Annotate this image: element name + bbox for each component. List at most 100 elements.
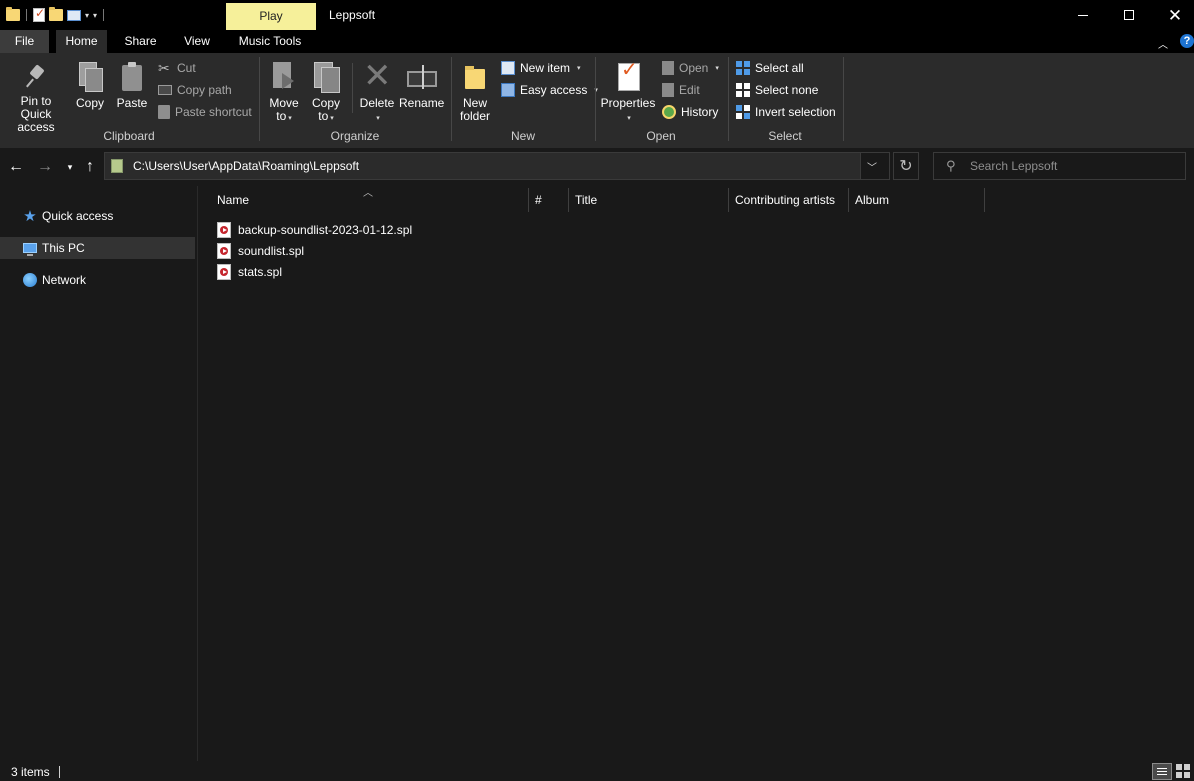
properties-icon[interactable] <box>33 6 45 22</box>
group-separator <box>843 57 844 141</box>
file-row[interactable]: stats.spl <box>217 261 282 282</box>
new-folder-label-line2: folder <box>459 109 491 123</box>
close-icon: ✕ <box>1167 5 1183 25</box>
search-box[interactable]: ⚲ <box>933 152 1186 180</box>
delete-button[interactable]: ✕ Delete ▾ <box>357 59 397 125</box>
spl-file-icon <box>217 263 231 280</box>
paste-shortcut-button[interactable]: Paste shortcut <box>158 102 252 122</box>
file-name: soundlist.spl <box>238 243 305 258</box>
properties-button[interactable]: Properties ▾ <box>600 61 656 125</box>
pin-to-quick-access-button[interactable]: Pin to Quick access <box>4 61 68 134</box>
nav-item-label: Quick access <box>42 209 114 223</box>
properties-icon <box>616 61 640 93</box>
copy-label: Copy <box>75 96 104 110</box>
move-label-line2: to <box>276 109 287 123</box>
column-header-title[interactable]: Title <box>575 186 725 214</box>
paste-shortcut-label: Paste shortcut <box>175 105 252 119</box>
recent-locations-button[interactable]: ▾ <box>60 157 80 177</box>
tab-home[interactable]: Home <box>56 30 107 53</box>
column-divider[interactable] <box>568 188 569 212</box>
invert-selection-button[interactable]: Invert selection <box>736 102 836 122</box>
delete-label: Delete <box>359 96 395 110</box>
properties-label: Properties <box>600 96 656 110</box>
copy-path-button[interactable]: Copy path <box>158 80 232 100</box>
edit-icon <box>662 83 674 97</box>
tab-music-tools[interactable]: Music Tools <box>228 30 312 53</box>
open-button[interactable]: Open ▾ <box>662 58 719 78</box>
help-icon[interactable]: ? <box>1180 34 1194 48</box>
select-none-button[interactable]: Select none <box>736 80 818 100</box>
customize-toolbar-icon[interactable]: ▾ <box>93 11 97 20</box>
chevron-down-icon[interactable]: ﹀ <box>867 159 877 174</box>
paste-shortcut-icon <box>158 105 170 119</box>
search-input[interactable] <box>970 159 1170 173</box>
navigation-pane: ★ Quick access This PC Network <box>0 186 198 761</box>
group-label-new: New <box>510 129 535 143</box>
tab-view[interactable]: View <box>172 30 222 53</box>
new-folder-icon[interactable] <box>49 7 63 21</box>
history-button[interactable]: History <box>662 102 718 122</box>
copy-path-icon <box>158 85 172 95</box>
maximize-icon <box>1124 10 1134 20</box>
chevron-up-icon[interactable]: ︿ <box>1158 36 1168 51</box>
cut-button[interactable]: ✂ Cut <box>158 58 196 78</box>
column-divider[interactable] <box>848 188 849 212</box>
nav-item-label: This PC <box>42 241 85 255</box>
select-all-button[interactable]: Select all <box>736 58 804 78</box>
context-tab-play: Play <box>226 3 316 30</box>
forward-button[interactable]: → <box>35 157 55 177</box>
address-field[interactable]: C:\Users\User\AppData\Roaming\Leppsoft <box>105 153 861 179</box>
column-header-number[interactable]: # <box>535 186 565 214</box>
nav-item-network[interactable]: Network <box>0 269 195 291</box>
column-divider[interactable] <box>728 188 729 212</box>
details-view-icon[interactable] <box>1152 763 1172 780</box>
new-folder-button[interactable]: New folder <box>457 61 493 123</box>
select-all-icon <box>736 61 750 75</box>
button-separator <box>352 63 353 113</box>
address-path[interactable]: C:\Users\User\AppData\Roaming\Leppsoft <box>133 159 359 173</box>
folder-icon <box>111 159 123 173</box>
paste-button[interactable]: Paste <box>114 61 150 110</box>
file-row[interactable]: backup-soundlist-2023-01-12.spl <box>217 219 412 240</box>
address-bar[interactable]: C:\Users\User\AppData\Roaming\Leppsoft ﹀ <box>104 152 890 180</box>
column-header-name[interactable]: Name <box>217 186 527 214</box>
column-divider[interactable] <box>528 188 529 212</box>
group-label-organize: Organize <box>330 129 380 143</box>
new-item-button[interactable]: New item ▾ <box>501 58 581 78</box>
spl-file-icon <box>217 242 231 259</box>
column-header-album[interactable]: Album <box>855 186 983 214</box>
easy-access-button[interactable]: Easy access ▾ <box>501 80 598 100</box>
minimize-button[interactable] <box>1060 0 1106 30</box>
invert-selection-label: Invert selection <box>755 105 836 119</box>
up-button[interactable]: ↑ <box>80 157 100 177</box>
tab-file[interactable]: File <box>0 30 49 53</box>
column-header-contributing-artists[interactable]: Contributing artists <box>735 186 847 214</box>
open-label: Open <box>679 61 709 75</box>
file-row[interactable]: soundlist.spl <box>217 240 304 261</box>
rename-label: Rename <box>399 96 445 110</box>
move-to-button[interactable]: Move to ▾ <box>266 61 302 125</box>
refresh-button[interactable]: ↻ <box>893 152 919 180</box>
tab-share[interactable]: Share <box>113 30 168 53</box>
chevron-down-icon[interactable]: ▾ <box>85 11 89 20</box>
nav-item-quick-access[interactable]: ★ Quick access <box>0 205 195 227</box>
rename-button[interactable]: Rename <box>399 61 445 110</box>
nav-item-this-pc[interactable]: This PC <box>0 237 195 259</box>
rename-icon[interactable] <box>67 9 81 21</box>
group-label-select: Select <box>768 129 802 143</box>
history-icon <box>662 105 676 119</box>
copy-button[interactable]: Copy <box>72 61 108 110</box>
large-icons-view-icon[interactable] <box>1176 764 1190 778</box>
group-label-open: Open <box>646 129 676 143</box>
maximize-button[interactable] <box>1106 0 1152 30</box>
spl-file-icon <box>217 221 231 238</box>
column-divider[interactable] <box>984 188 985 212</box>
close-button[interactable]: ✕ <box>1152 0 1194 30</box>
window-title: Leppsoft <box>329 8 376 22</box>
network-icon <box>22 272 38 288</box>
copy-to-button[interactable]: Copy to ▾ <box>308 61 344 125</box>
edit-button[interactable]: Edit <box>662 80 700 100</box>
toolbar-separator <box>103 9 105 21</box>
back-button[interactable]: ← <box>6 157 26 177</box>
status-separator <box>59 766 60 778</box>
